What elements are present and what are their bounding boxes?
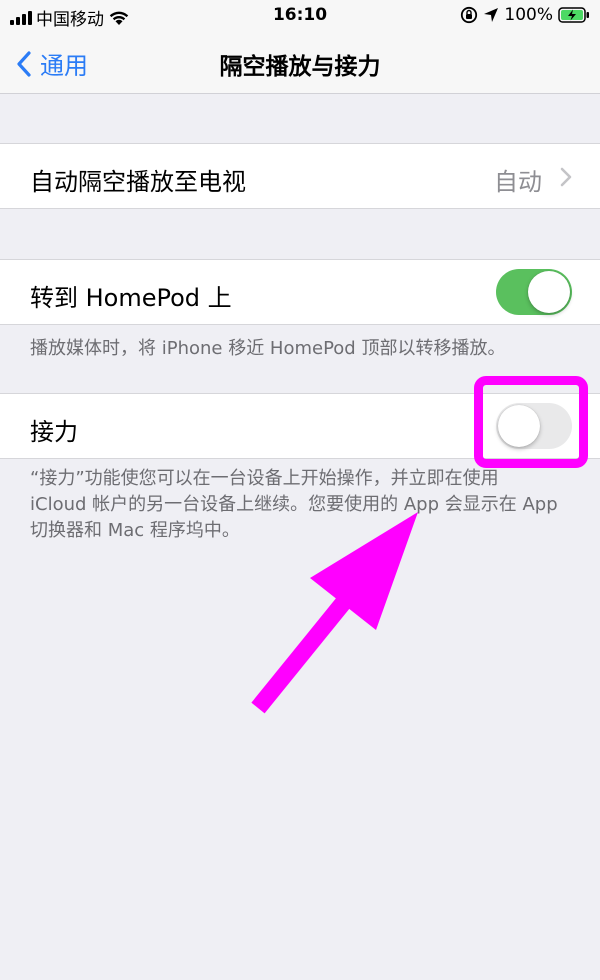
annotation-arrow [251,512,418,714]
